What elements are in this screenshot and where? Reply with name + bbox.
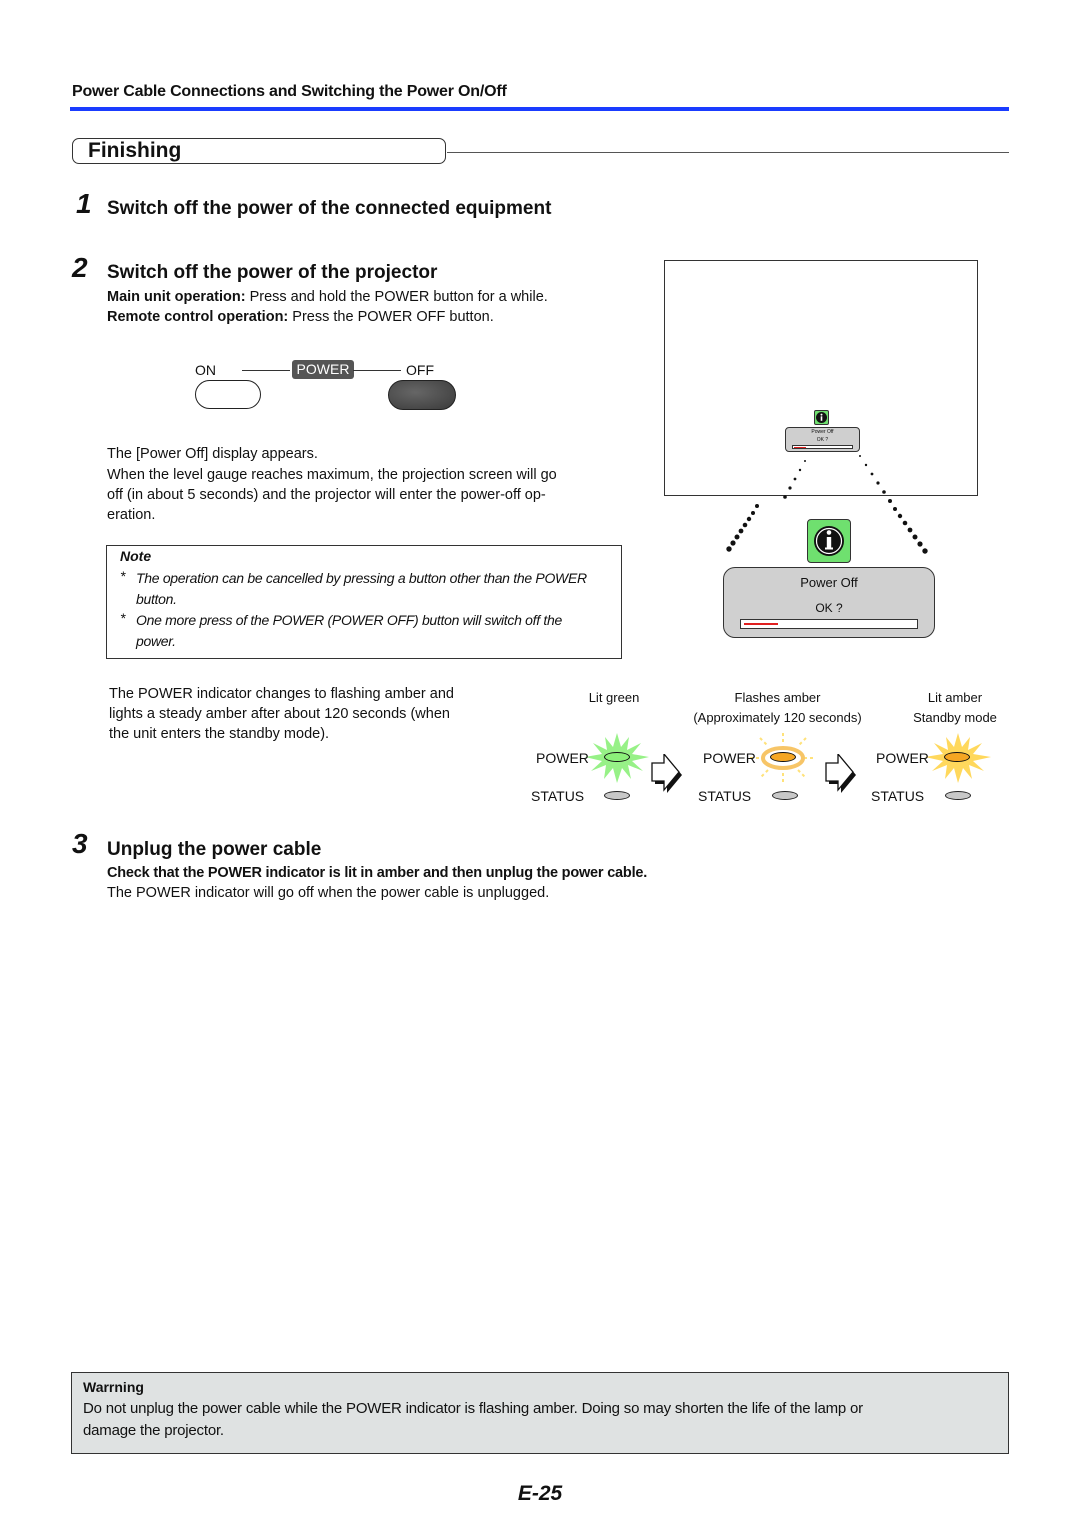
power-on-button — [195, 380, 261, 409]
dot — [788, 486, 792, 490]
warning-line1: Do not unplug the power cable while the … — [83, 1400, 863, 1417]
state-3-sublabel: Standby mode — [913, 710, 997, 725]
display-appears-text: The [Power Off] display appears. — [107, 446, 318, 462]
dot — [738, 528, 744, 534]
dialog-title: Power Off — [800, 575, 858, 590]
info-icon — [814, 410, 829, 425]
dot — [876, 481, 880, 485]
mini-dialog-title: Power Off — [811, 429, 834, 435]
note-item-1-line1: The operation can be cancelled by pressi… — [136, 570, 587, 586]
main-unit-label: Main unit operation: — [107, 289, 246, 305]
section-title: Power Cable Connections and Switching th… — [72, 83, 507, 100]
power-off-dialog: Power Off OK ? — [723, 567, 935, 638]
state-2-status-label: STATUS — [698, 788, 752, 804]
dot — [864, 463, 868, 467]
dot — [902, 520, 908, 526]
panel-line — [242, 370, 290, 371]
main-unit-text: Press and hold the POWER button for a wh… — [245, 289, 548, 305]
note-bullet: * — [120, 568, 126, 584]
gauge-text-line3: eration. — [107, 507, 156, 523]
note-item-2-line1: One more press of the POWER (POWER OFF) … — [136, 612, 562, 628]
dot — [897, 513, 903, 519]
step-3-instruction: Check that the POWER indicator is lit in… — [107, 865, 648, 881]
state-2-sublabel: (Approximately 120 seconds) — [693, 710, 862, 725]
note-item-2-line2: power. — [136, 633, 176, 649]
power-label: POWER — [292, 360, 354, 379]
step-2-title: Switch off the power of the projector — [107, 262, 438, 283]
dot — [730, 540, 736, 546]
panel-line — [353, 370, 401, 371]
power-off-button — [388, 380, 456, 410]
step-3-title: Unplug the power cable — [107, 839, 322, 860]
dot — [755, 504, 759, 508]
state-1-label: Lit green — [588, 690, 640, 705]
note-title: Note — [120, 548, 152, 564]
indicator-text-line1: The POWER indicator changes to flashing … — [109, 686, 454, 702]
dialog-prompt: OK ? — [815, 601, 843, 615]
status-led — [772, 791, 798, 800]
state-3-label: Lit amber — [927, 690, 983, 705]
level-gauge — [740, 619, 918, 629]
note-box — [106, 545, 622, 659]
step-3-text: The POWER indicator will go off when the… — [107, 885, 550, 901]
dot — [859, 455, 861, 457]
dot — [746, 516, 752, 522]
state-3-status-label: STATUS — [871, 788, 925, 804]
state-3-power-label: POWER — [876, 750, 929, 766]
note-item-1-line2: button. — [136, 591, 177, 607]
warning-text: Do not unplug the power cable while the … — [83, 1398, 1003, 1442]
subsection-rule — [447, 152, 1009, 153]
dot — [742, 522, 748, 528]
dot — [907, 527, 913, 533]
step-3-number: 3 — [72, 828, 88, 859]
step-1-title: Switch off the power of the connected eq… — [107, 198, 552, 219]
dot — [726, 546, 732, 552]
dot — [888, 499, 892, 503]
state-2-label: Flashes amber — [734, 690, 821, 705]
info-icon — [807, 519, 851, 563]
dot — [751, 511, 755, 515]
dot — [734, 534, 740, 540]
state-1-power-label: POWER — [536, 750, 589, 766]
power-panel-illustration: ON POWER OFF — [195, 360, 460, 415]
off-label: OFF — [406, 362, 434, 378]
state-1-status-label: STATUS — [531, 788, 585, 804]
dot — [893, 507, 897, 511]
warning-line2: damage the projector. — [83, 1422, 224, 1439]
power-led-amber — [944, 752, 970, 762]
header-rule — [70, 107, 1009, 111]
indicator-text-line3: the unit enters the standby mode). — [109, 726, 330, 742]
dot — [870, 472, 874, 476]
dot — [798, 468, 802, 472]
arrow-right-icon — [651, 754, 682, 793]
dot — [912, 534, 918, 540]
state-2-power-label: POWER — [703, 750, 756, 766]
on-label: ON — [195, 362, 216, 378]
step-1-number: 1 — [76, 188, 92, 219]
gauge-text-line2: off (in about 5 seconds) and the project… — [107, 487, 546, 503]
status-led — [945, 791, 971, 800]
remote-label: Remote control operation: — [107, 309, 289, 325]
indicator-text-line2: lights a steady amber after about 120 se… — [109, 706, 450, 722]
step-2-number: 2 — [72, 252, 88, 283]
level-gauge-fill — [744, 623, 778, 625]
power-led-amber-flashing — [770, 752, 796, 762]
dot — [882, 490, 886, 494]
dot — [783, 495, 787, 499]
page-number: E-25 — [517, 1482, 563, 1505]
warning-title: Warrning — [83, 1379, 144, 1395]
dot — [917, 541, 923, 547]
status-led — [604, 791, 630, 800]
note-bullet: * — [120, 610, 126, 626]
dot — [793, 477, 797, 481]
dot — [804, 460, 806, 462]
remote-text: Press the POWER OFF button. — [288, 309, 494, 325]
arrow-right-icon — [825, 754, 856, 793]
remote-operation: Remote control operation: Press the POWE… — [107, 307, 494, 327]
subsection-title: Finishing — [88, 139, 182, 162]
main-unit-operation: Main unit operation: Press and hold the … — [107, 287, 548, 307]
power-led-green — [604, 752, 630, 762]
gauge-text-line1: When the level gauge reaches maximum, th… — [107, 467, 557, 483]
dot — [922, 548, 928, 554]
